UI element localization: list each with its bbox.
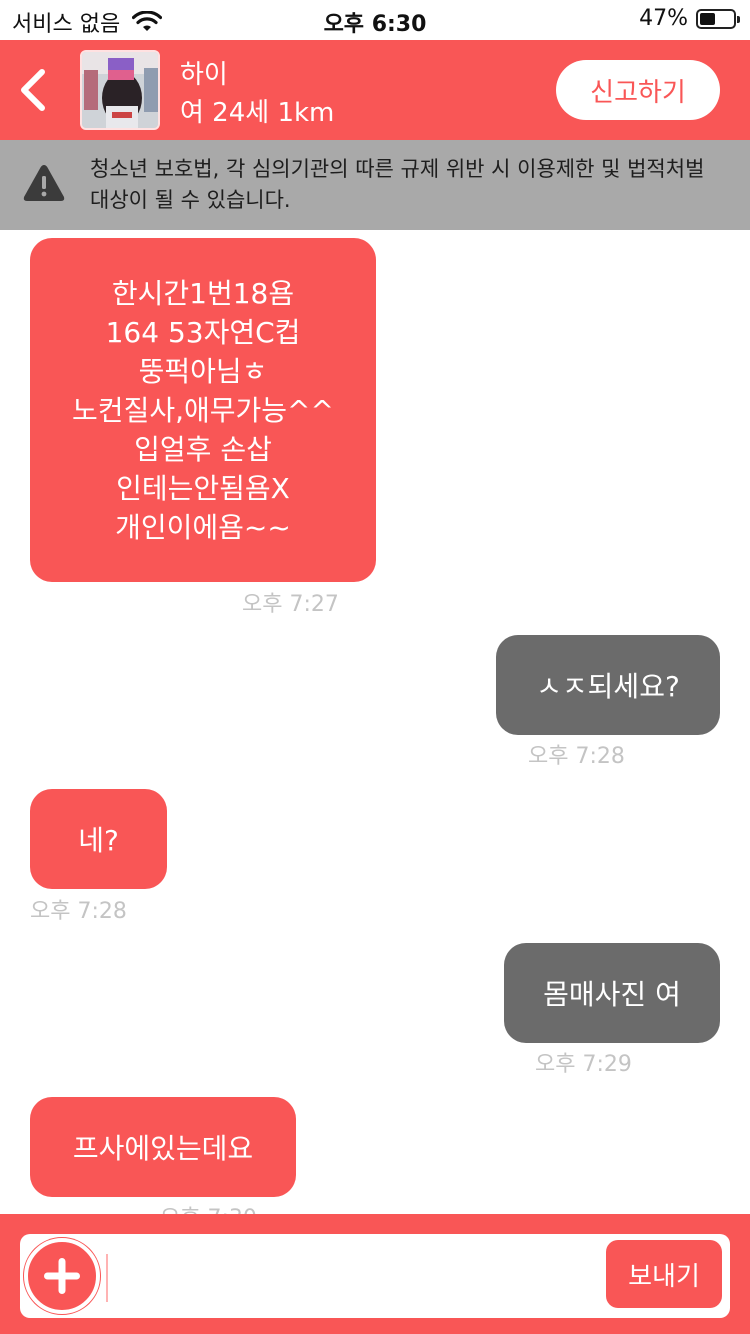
back-icon (21, 69, 45, 111)
battery-status: 47% (639, 6, 740, 31)
message-time: 오후 7:30 (160, 1200, 257, 1214)
message-bubble-incoming: 네? (30, 789, 167, 889)
back-button[interactable] (14, 64, 54, 116)
plus-icon (44, 1258, 80, 1294)
attach-button[interactable] (24, 1238, 100, 1314)
chat-messages: 한시간1번18욤 164 53자연C컵 뚱퍽아님ㅎ 노컨질사,애무가능^^ 입얼… (0, 230, 750, 1214)
profile-info: 여 24세 1km (180, 98, 335, 128)
battery-icon (696, 8, 740, 29)
warning-icon (23, 165, 65, 201)
battery-level (700, 12, 715, 25)
message-time: 오후 7:27 (242, 592, 339, 617)
message-time: 오후 7:28 (30, 899, 127, 924)
report-button[interactable]: 신고하기 (556, 60, 720, 120)
message-bubble-outgoing: 몸매사진 여 (504, 943, 720, 1043)
message-bubble-incoming: 프사에있는데요 (30, 1097, 296, 1197)
warning-banner: 청소년 보호법, 각 심의기관의 따른 규제 위반 시 이용제한 및 법적처벌 … (0, 140, 750, 230)
message-time: 오후 7:29 (535, 1052, 632, 1077)
battery-percent: 47% (639, 6, 688, 31)
message-bubble-outgoing: ㅅㅈ되세요? (496, 635, 720, 735)
status-bar: 서비스 없음 오후 6:30 47% (0, 0, 750, 40)
clock: 오후 6:30 (323, 12, 427, 37)
avatar[interactable] (80, 50, 160, 130)
chat-header: 하이 여 24세 1km 신고하기 (0, 40, 750, 140)
profile-name: 하이 (180, 60, 228, 90)
profile-photo (82, 52, 158, 128)
send-button[interactable]: 보내기 (606, 1240, 722, 1308)
warning-text: 청소년 보호법, 각 심의기관의 따른 규제 위반 시 이용제한 및 법적처벌 … (90, 157, 705, 212)
message-input[interactable] (108, 1236, 598, 1320)
message-time: 오후 7:28 (528, 744, 625, 769)
message-bubble-incoming: 한시간1번18욤 164 53자연C컵 뚱퍽아님ㅎ 노컨질사,애무가능^^ 입얼… (30, 238, 376, 582)
message-input-bar: 보내기 (0, 1214, 750, 1334)
